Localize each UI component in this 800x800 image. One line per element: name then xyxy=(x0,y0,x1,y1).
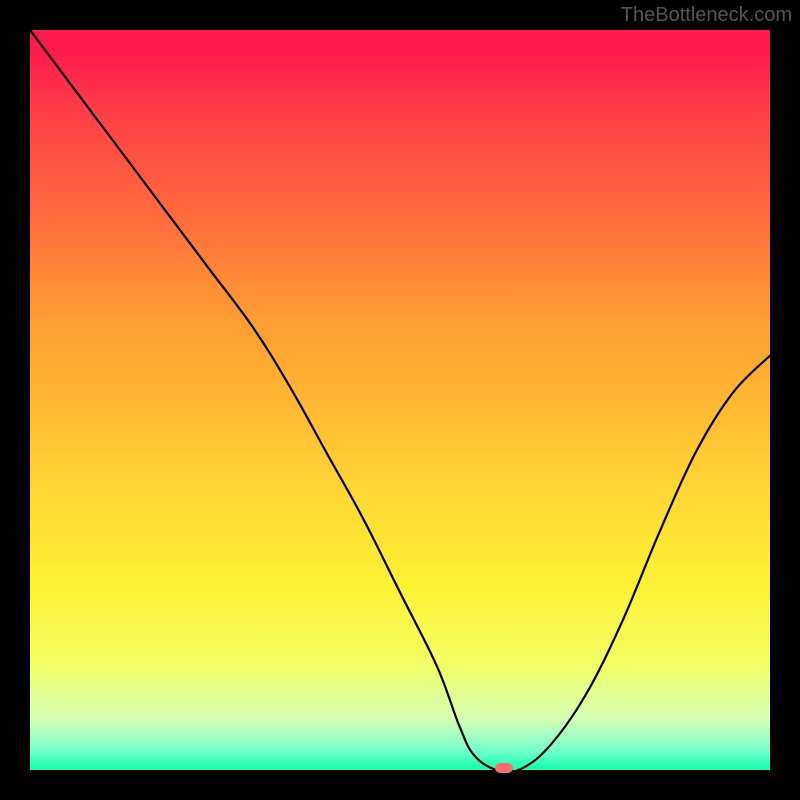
optimal-point-marker xyxy=(495,763,513,773)
plot-frame xyxy=(0,0,800,800)
chart-container: TheBottleneck.com xyxy=(0,0,800,800)
plot-gradient-area xyxy=(30,30,770,770)
bottleneck-curve xyxy=(30,30,770,770)
